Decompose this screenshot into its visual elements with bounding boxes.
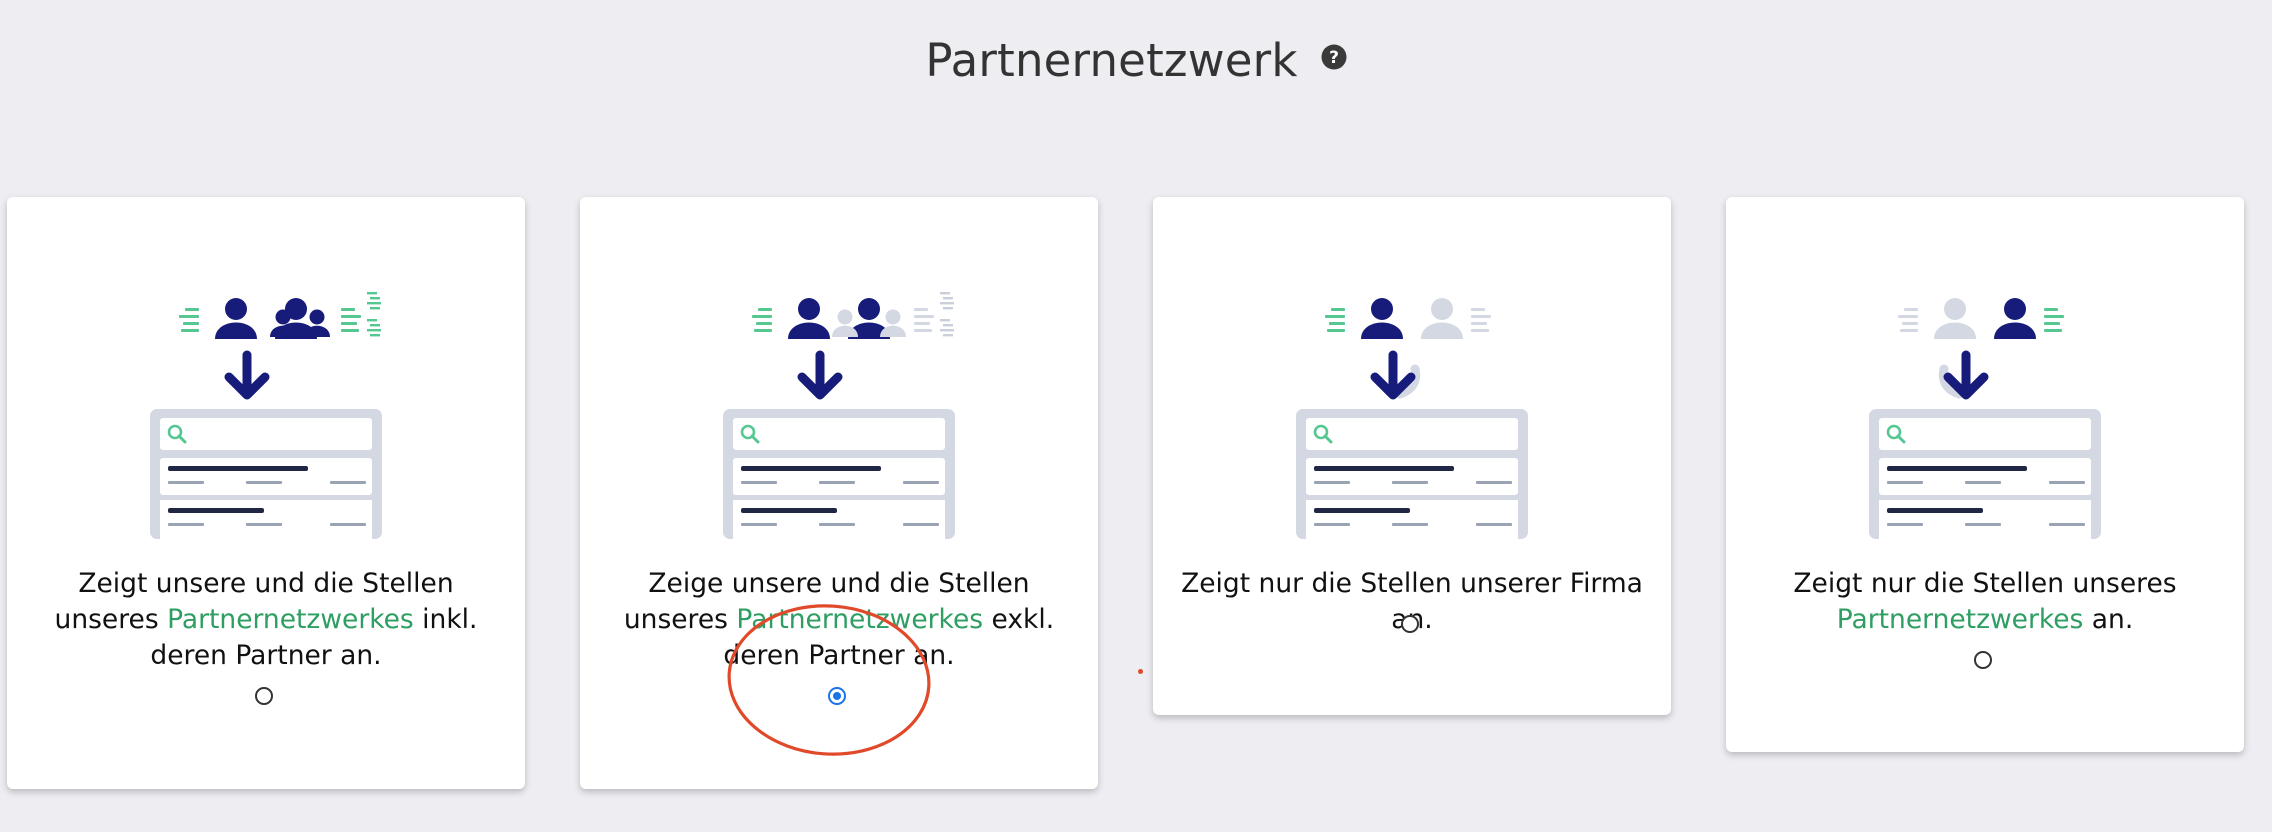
option-radio-nur-firma[interactable] <box>1401 615 1419 633</box>
annotation-dot <box>1138 669 1143 674</box>
option-description: Zeigt nur die Stellen unseres Partnernet… <box>1793 568 2177 635</box>
page-title: Partnernetzwerk <box>925 34 1298 87</box>
option-card-nur-firma[interactable]: Zeigt nur die Stellen unserer Firma an. <box>1153 197 1671 715</box>
svg-text:?: ? <box>1329 48 1339 68</box>
partnernetzwerk-link[interactable]: Partnernetzwerkes <box>1837 604 2084 635</box>
option-card-exkl-partner[interactable]: Zeige unsere und die Stellen unseres Par… <box>580 197 1098 789</box>
partner-only-illustration <box>1867 298 2103 539</box>
option-card-nur-partnernetzwerk[interactable]: Zeigt nur die Stellen unseres Partnernet… <box>1726 197 2244 752</box>
help-icon[interactable]: ? <box>1321 44 1347 74</box>
option-radio-exkl-partner[interactable] <box>828 687 846 705</box>
partner-network-illustration <box>721 292 957 539</box>
option-card-inkl-partner[interactable]: Zeigt unsere und die Stellen unseres Par… <box>7 197 525 789</box>
partnernetzwerk-link[interactable]: Partnernetzwerkes <box>736 604 983 635</box>
page-header: Partnernetzwerk ? <box>0 34 2272 87</box>
option-description: Zeige unsere und die Stellen unseres Par… <box>623 568 1055 671</box>
partner-network-illustration <box>148 292 384 539</box>
partnernetzwerk-link[interactable]: Partnernetzwerkes <box>167 604 414 635</box>
option-radio-nur-partnernetzwerk[interactable] <box>1974 651 1992 669</box>
option-description: Zeigt unsere und die Stellen unseres Par… <box>54 568 478 671</box>
option-radio-inkl-partner[interactable] <box>255 687 273 705</box>
company-only-illustration <box>1294 298 1530 539</box>
